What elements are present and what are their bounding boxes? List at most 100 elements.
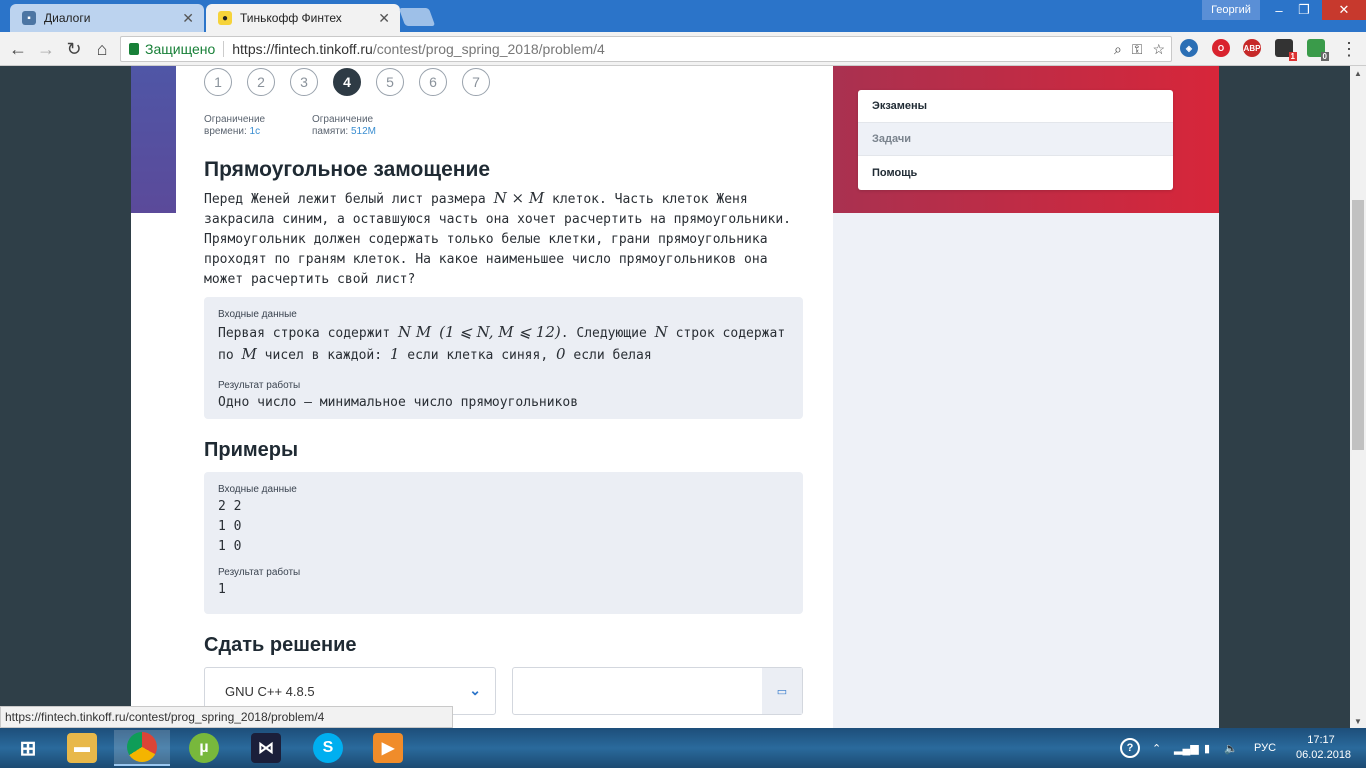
- lock-icon: [129, 43, 139, 55]
- start-button[interactable]: ⊞: [0, 730, 56, 766]
- menu-item-help[interactable]: Помощь: [858, 156, 1173, 189]
- clock-time: 17:17: [1307, 734, 1335, 746]
- problem-content: 1 2 3 4 5 6 7 Ограничение времени: 1с Ог…: [176, 66, 833, 728]
- reload-icon[interactable]: ↻: [63, 38, 85, 60]
- input-text: чисел в каждой:: [256, 348, 390, 363]
- address-bar[interactable]: Защищено https://fintech.tinkoff.ru /con…: [120, 36, 1172, 62]
- badge-count: 0: [1320, 52, 1329, 61]
- left-strip: [131, 66, 176, 728]
- windows-taskbar: ⊞ ▬ µ ⋈ S ▶ ? ⌃ ▂▄▆ ▮ 🔈 РУС 17:17 06.02.…: [0, 728, 1366, 768]
- taskbar-explorer[interactable]: ▬: [54, 730, 110, 766]
- help-icon[interactable]: ?: [1120, 728, 1140, 768]
- new-tab-button[interactable]: [398, 8, 436, 26]
- problem-number-4[interactable]: 4: [333, 68, 361, 96]
- problem-number-3[interactable]: 3: [290, 68, 318, 96]
- sidebar-menu: Экзамены Задачи Помощь: [858, 90, 1173, 190]
- battery-icon[interactable]: ▮: [1204, 728, 1210, 768]
- problem-number-5[interactable]: 5: [376, 68, 404, 96]
- file-input[interactable]: ▭: [512, 667, 803, 715]
- tab-dialogs[interactable]: ▪ Диалоги ✕: [10, 4, 204, 32]
- clock[interactable]: 17:17 06.02.2018: [1296, 733, 1352, 763]
- memory-limit: Ограничение памяти: 512M: [312, 114, 376, 138]
- vk-icon: ▪: [22, 11, 36, 25]
- output-label: Результат работы: [218, 380, 301, 391]
- extension-badge-icon[interactable]: 1: [1275, 39, 1297, 61]
- tab-title: Тинькофф Финтех: [240, 11, 342, 25]
- menu-item-exams[interactable]: Экзамены: [858, 90, 1173, 123]
- close-window-icon[interactable]: ✕: [1322, 0, 1366, 20]
- extension-icon[interactable]: ◈: [1180, 39, 1198, 57]
- chevron-down-icon: ⌄: [469, 682, 481, 698]
- taskbar-utorrent[interactable]: µ: [176, 730, 232, 766]
- submit-title: Сдать решение: [204, 634, 357, 656]
- back-icon[interactable]: ←: [7, 38, 29, 60]
- example-input-line: 1 0: [218, 539, 242, 554]
- io-spec-box: Входные данные Первая строка содержит N …: [204, 297, 803, 419]
- statement-math: N × M: [493, 189, 545, 207]
- adblock-icon[interactable]: ABP: [1243, 39, 1261, 57]
- page-scrollbar[interactable]: ▲ ▼: [1350, 66, 1366, 728]
- menu-icon[interactable]: ⋮: [1338, 38, 1360, 60]
- volume-icon[interactable]: 🔈: [1224, 728, 1238, 768]
- skype-icon: S: [313, 733, 343, 763]
- language-indicator[interactable]: РУС: [1254, 728, 1276, 768]
- taskbar-vscode[interactable]: ⋈: [238, 730, 294, 766]
- minimize-icon[interactable]: –: [1264, 0, 1294, 20]
- problem-title: Прямоугольное замощение: [204, 158, 491, 181]
- problem-number-1[interactable]: 1: [204, 68, 232, 96]
- taskbar-player[interactable]: ▶: [360, 730, 416, 766]
- chrome-icon: [127, 732, 157, 762]
- network-icon[interactable]: ▂▄▆: [1174, 728, 1199, 768]
- scroll-down-icon[interactable]: ▼: [1350, 714, 1366, 728]
- menu-item-tasks[interactable]: Задачи: [858, 123, 1173, 156]
- math: N M: [398, 323, 432, 341]
- memory-limit-label: Ограничение: [312, 114, 374, 125]
- tinkoff-icon: ●: [218, 11, 232, 25]
- scroll-up-icon[interactable]: ▲: [1350, 66, 1366, 80]
- browser-toolbar: ← → ↻ ⌂ Защищено https://fintech.tinkoff…: [0, 32, 1366, 66]
- close-icon[interactable]: ✕: [182, 10, 194, 27]
- input-label: Входные данные: [218, 309, 297, 320]
- input-text: . Следующие: [560, 326, 655, 341]
- key-icon[interactable]: ⚿: [1132, 41, 1143, 58]
- problem-number-6[interactable]: 6: [419, 68, 447, 96]
- statement-text: Перед Женей лежит белый лист размера: [204, 192, 494, 207]
- maximize-icon[interactable]: ❐: [1294, 0, 1314, 20]
- math: 0: [556, 345, 566, 363]
- time-limit-label: Ограничение: [204, 114, 266, 125]
- star-icon[interactable]: ☆: [1152, 41, 1165, 58]
- problem-number-7[interactable]: 7: [462, 68, 490, 96]
- profile-button[interactable]: Георгий: [1202, 0, 1260, 20]
- clock-date: 06.02.2018: [1296, 749, 1352, 761]
- example-box: Входные данные 2 2 1 0 1 0 Результат раб…: [204, 472, 803, 614]
- windows-icon: ⊞: [19, 737, 37, 760]
- math: N: [654, 323, 668, 341]
- tab-tinkoff[interactable]: ● Тинькофф Финтех ✕: [206, 4, 400, 32]
- opera-icon[interactable]: O: [1212, 39, 1230, 57]
- memory-limit-value: 512M: [351, 126, 377, 137]
- extension-green-icon[interactable]: 0: [1307, 39, 1329, 61]
- forward-icon[interactable]: →: [35, 38, 57, 60]
- time-limit-label-2: времени:: [204, 126, 247, 137]
- input-spec: Первая строка содержит N M (1 ⩽ N, M ⩽ 1…: [218, 322, 789, 366]
- tray-expand-icon[interactable]: ⌃: [1152, 728, 1161, 768]
- folder-icon[interactable]: ▭: [762, 668, 802, 714]
- taskbar-chrome[interactable]: [114, 730, 170, 766]
- folder-icon: ▬: [67, 733, 97, 763]
- example-input-line: 2 2: [218, 499, 242, 514]
- secure-label: Защищено: [145, 41, 216, 57]
- visual-studio-icon: ⋈: [251, 733, 281, 763]
- zoom-icon[interactable]: ⌕: [1114, 41, 1122, 58]
- close-icon[interactable]: ✕: [378, 10, 390, 27]
- problem-number-2[interactable]: 2: [247, 68, 275, 96]
- example-input-label: Входные данные: [218, 484, 297, 495]
- input-text: строк содержат: [667, 326, 786, 341]
- input-text: если клетка синяя,: [399, 348, 556, 363]
- problem-number-nav: 1 2 3 4 5 6 7: [204, 68, 490, 96]
- home-icon[interactable]: ⌂: [91, 38, 113, 60]
- page-viewport: 1 2 3 4 5 6 7 Ограничение времени: 1с Ог…: [0, 66, 1350, 728]
- example-input-line: 1 0: [218, 519, 242, 534]
- scroll-thumb[interactable]: [1352, 200, 1364, 450]
- time-limit: Ограничение времени: 1с: [204, 114, 265, 138]
- taskbar-skype[interactable]: S: [300, 730, 356, 766]
